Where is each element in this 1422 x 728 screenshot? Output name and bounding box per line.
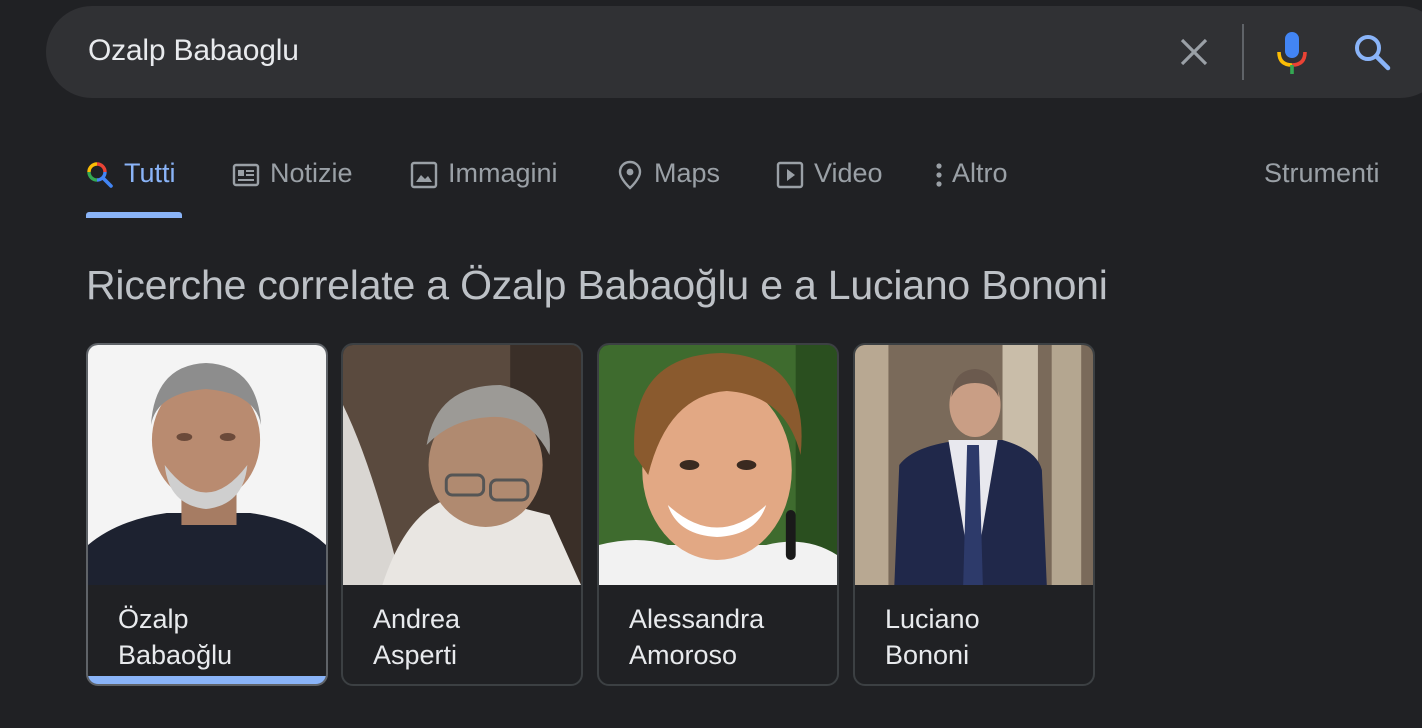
- close-icon: [1180, 38, 1208, 66]
- tab-label: Immagini: [448, 158, 558, 188]
- tab-more[interactable]: Altro: [932, 152, 1008, 218]
- related-searches-heading: Ricerche correlate a Özalp Babaoğlu e a …: [86, 262, 1108, 308]
- search-bar[interactable]: Ozalp Babaoglu: [46, 6, 1422, 98]
- search-results-page: Ozalp Babaoglu Tutti Notizie Immagini Ma…: [0, 0, 1422, 728]
- related-card[interactable]: Alessandra Amoroso: [597, 343, 839, 686]
- tab-label: Notizie: [270, 158, 353, 188]
- tab-label: Altro: [952, 158, 1008, 188]
- tools-button[interactable]: Strumenti: [1264, 158, 1380, 189]
- person-last-name: Babaoğlu: [118, 640, 233, 670]
- person-first-name: Andrea: [373, 604, 461, 634]
- person-photo: [343, 345, 581, 585]
- tab-label: Maps: [654, 158, 721, 188]
- search-icon: [1355, 35, 1391, 71]
- tab-video[interactable]: Video: [776, 152, 883, 218]
- play-icon: [776, 161, 804, 189]
- image-icon: [410, 161, 438, 189]
- person-name: Andrea Asperti: [373, 601, 460, 673]
- related-card[interactable]: Luciano Bononi: [853, 343, 1095, 686]
- person-name: Luciano Bononi: [885, 601, 980, 673]
- news-icon: [232, 161, 260, 189]
- person-last-name: Bononi: [885, 640, 970, 670]
- person-photo: [599, 345, 837, 585]
- related-card[interactable]: Özalp Babaoğlu: [86, 343, 328, 686]
- person-first-name: Luciano: [885, 604, 980, 634]
- google-search-icon: [86, 161, 114, 189]
- related-card[interactable]: Andrea Asperti: [341, 343, 583, 686]
- tab-label: Tutti: [124, 158, 176, 188]
- tab-news[interactable]: Notizie: [232, 152, 353, 218]
- map-pin-icon: [616, 160, 644, 190]
- person-last-name: Asperti: [373, 640, 458, 670]
- person-name: Özalp Babaoğlu: [118, 601, 232, 673]
- searchbar-divider: [1242, 24, 1244, 80]
- clear-search-button[interactable]: [1174, 32, 1214, 72]
- search-submit-button[interactable]: [1350, 30, 1394, 74]
- search-input[interactable]: Ozalp Babaoglu: [88, 34, 299, 68]
- tab-maps[interactable]: Maps: [616, 152, 720, 218]
- selected-card-indicator: [88, 676, 326, 684]
- active-tab-indicator: [86, 212, 182, 218]
- person-first-name: Özalp: [118, 604, 189, 634]
- more-vertical-icon: [932, 161, 946, 189]
- person-last-name: Amoroso: [629, 640, 738, 670]
- person-first-name: Alessandra: [629, 604, 765, 634]
- tab-all[interactable]: Tutti: [86, 152, 182, 218]
- person-name: Alessandra Amoroso: [629, 601, 764, 673]
- tab-label: Video: [814, 158, 883, 188]
- microphone-icon: [1277, 32, 1307, 74]
- person-photo: [855, 345, 1093, 585]
- tab-images[interactable]: Immagini: [410, 152, 558, 218]
- person-photo: [88, 345, 326, 585]
- voice-search-button[interactable]: [1272, 30, 1312, 78]
